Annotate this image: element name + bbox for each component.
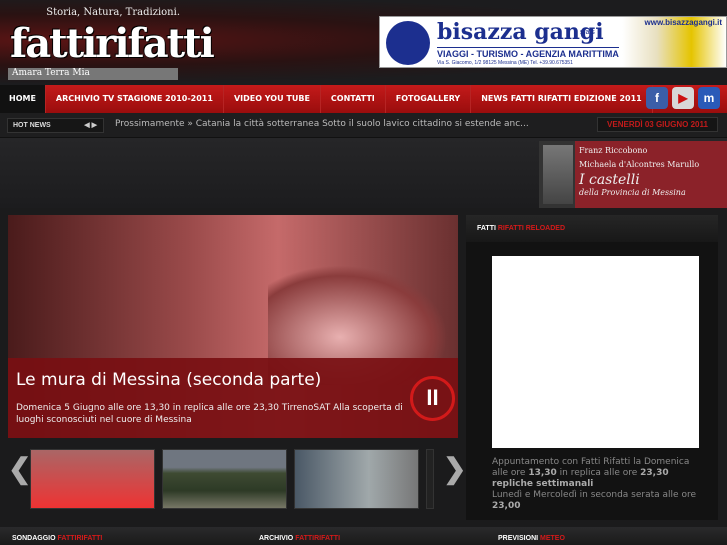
ticker-headline[interactable]: Prossimamente » Catania la città sotterr… [115,119,529,129]
ticker-prev-icon[interactable]: ◀ [84,122,89,129]
author-2: Michaela d'Alcontres Marullo [579,160,700,169]
slide-thumbnail[interactable] [162,449,287,509]
slide-thumbnail[interactable] [426,449,434,509]
author-1: Franz Riccobono [579,146,648,155]
logo-name: fattirifatti [10,20,215,67]
archivio-heading: ARCHIVIO FATTIRIFATTI [259,535,341,542]
meteo-heading: PREVISIONI METEO [498,535,565,542]
nav-archivio-tv[interactable]: ARCHIVIO TV STAGIONE 2010-2011 [46,85,224,113]
ad-suffix: s.a.s [580,29,595,36]
chevron-right-icon[interactable]: ❯ [443,452,466,485]
chevron-left-icon[interactable]: ❮ [8,452,31,485]
site-logo[interactable]: Storia, Natura, Tradizioni. fattirifatti… [4,4,215,80]
nav-contatti[interactable]: CONTATTI [321,85,386,113]
flag-logo-icon [386,21,430,65]
book-subtitle: della Provincia di Messina [579,188,686,197]
pause-button[interactable]: II [410,376,455,421]
bottom-section-bar [0,527,727,545]
slide-title[interactable]: Le mura di Messina (seconda parte) [16,370,321,390]
nav-fotogallery[interactable]: FOTOGALLERY [386,85,472,113]
ad-services: VIAGGI - TURISMO - AGENZIA MARITTIMA [437,47,619,59]
facebook-icon[interactable]: f [646,87,668,109]
widget-schedule-text: Appuntamento con Fatti Rifatti la Domeni… [492,457,696,511]
castelli-book-banner[interactable]: Franz Riccobono Michaela d'Alcontres Mar… [539,141,727,208]
logo-subtitle: Amara Terra Mia [8,68,178,80]
nav-video-youtube[interactable]: VIDEO YOU TUBE [224,85,321,113]
sondaggio-heading: SONDAGGIO FATTIRIFATTI [12,535,103,542]
nav-news-2011[interactable]: NEWS FATTI RIFATTI EDIZIONE 2011 [471,85,653,113]
hot-news-label: HOT NEWS ◀ ▶ [7,118,104,133]
myspace-icon[interactable]: m [698,87,720,109]
slide-description: Domenica 5 Giugno alle ore 13,30 in repl… [16,403,403,425]
castle-image [543,145,573,204]
youtube-icon[interactable]: ▶ [672,87,694,109]
ticker-next-icon[interactable]: ▶ [92,122,97,129]
bisazza-gangi-banner[interactable]: bisazza gangi s.a.s VIAGGI - TURISMO - A… [379,16,727,68]
slide-thumbnail[interactable] [30,449,155,509]
main-nav: HOME ARCHIVIO TV STAGIONE 2010-2011 VIDE… [0,85,727,113]
hot-news-text: HOT NEWS [13,122,51,129]
ad-name: bisazza gangi [437,19,604,45]
current-date: VENERDÌ 03 GIUGNO 2011 [597,117,718,132]
ad-address: Via S. Giacomo, 1/2 98125 Messina (ME) T… [437,60,573,66]
video-player[interactable] [492,256,699,448]
book-title: I castelli [579,172,640,188]
nav-home[interactable]: HOME [0,85,46,113]
logo-tagline: Storia, Natura, Tradizioni. [46,7,180,18]
social-links: f ▶ m [646,87,720,109]
widget-title: FATTI RIFATTI RELOADED [466,215,718,242]
slide-thumbnail[interactable] [294,449,419,509]
ad-url: www.bisazzagangi.it [644,18,723,27]
